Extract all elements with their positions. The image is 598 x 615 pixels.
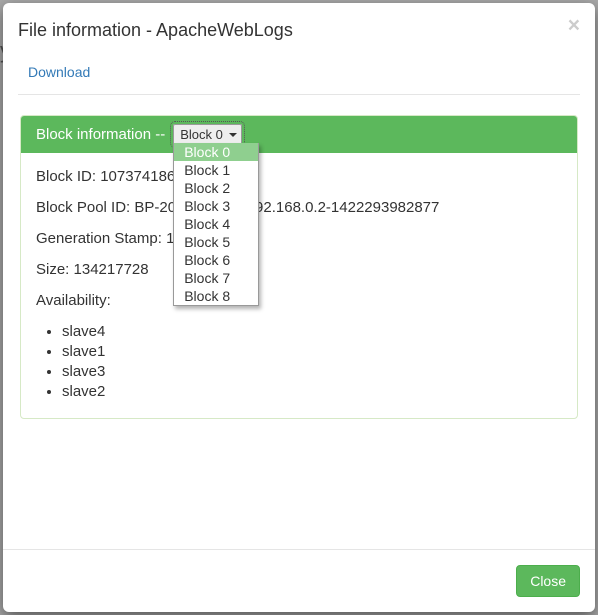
block-option[interactable]: Block 7 — [174, 269, 258, 287]
block-select-button[interactable]: Block 0 — [173, 124, 242, 145]
panel-body: Block ID: 1073741864 Block Pool ID: BP-2… — [21, 153, 577, 418]
file-information-modal: File information - ApacheWebLogs × Downl… — [3, 3, 595, 612]
availability-label: Availability: — [36, 292, 562, 309]
modal-footer: Close — [3, 549, 595, 612]
block-option[interactable]: Block 1 — [174, 161, 258, 179]
modal-header: File information - ApacheWebLogs × — [3, 3, 595, 58]
block-id-row: Block ID: 1073741864 — [36, 168, 562, 185]
list-item: slave1 — [62, 343, 562, 360]
chevron-down-icon — [229, 133, 237, 137]
list-item: slave4 — [62, 323, 562, 340]
close-button[interactable]: Close — [516, 565, 580, 597]
block-information-panel: Block information -- Block 0 Block 0 Blo… — [20, 115, 578, 419]
list-item: slave3 — [62, 363, 562, 380]
divider — [18, 94, 580, 95]
list-item: slave2 — [62, 383, 562, 400]
block-select[interactable]: Block 0 Block 0 Block 1 Block 2 Block 3 … — [173, 126, 242, 143]
panel-heading: Block information -- Block 0 Block 0 Blo… — [21, 116, 577, 153]
panel-heading-label: Block information -- — [36, 126, 165, 143]
block-option[interactable]: Block 3 — [174, 197, 258, 215]
block-select-value: Block 0 — [180, 127, 223, 142]
block-option[interactable]: Block 5 — [174, 233, 258, 251]
block-pool-id-row: Block Pool ID: BP-2048114545-192.168.0.2… — [36, 199, 562, 216]
block-option[interactable]: Block 4 — [174, 215, 258, 233]
block-option[interactable]: Block 2 — [174, 179, 258, 197]
block-option[interactable]: Block 8 — [174, 287, 258, 305]
modal-body: Download Block information -- Block 0 Bl… — [3, 58, 595, 549]
generation-stamp-row: Generation Stamp: 1040 — [36, 230, 562, 247]
close-icon[interactable]: × — [568, 15, 580, 36]
size-row: Size: 134217728 — [36, 261, 562, 278]
availability-list: slave4 slave1 slave3 slave2 — [36, 323, 562, 400]
modal-title: File information - ApacheWebLogs — [18, 18, 580, 43]
download-link[interactable]: Download — [28, 64, 90, 80]
block-option[interactable]: Block 6 — [174, 251, 258, 269]
block-select-dropdown[interactable]: Block 0 Block 1 Block 2 Block 3 Block 4 … — [173, 143, 259, 306]
block-option[interactable]: Block 0 — [174, 143, 258, 161]
